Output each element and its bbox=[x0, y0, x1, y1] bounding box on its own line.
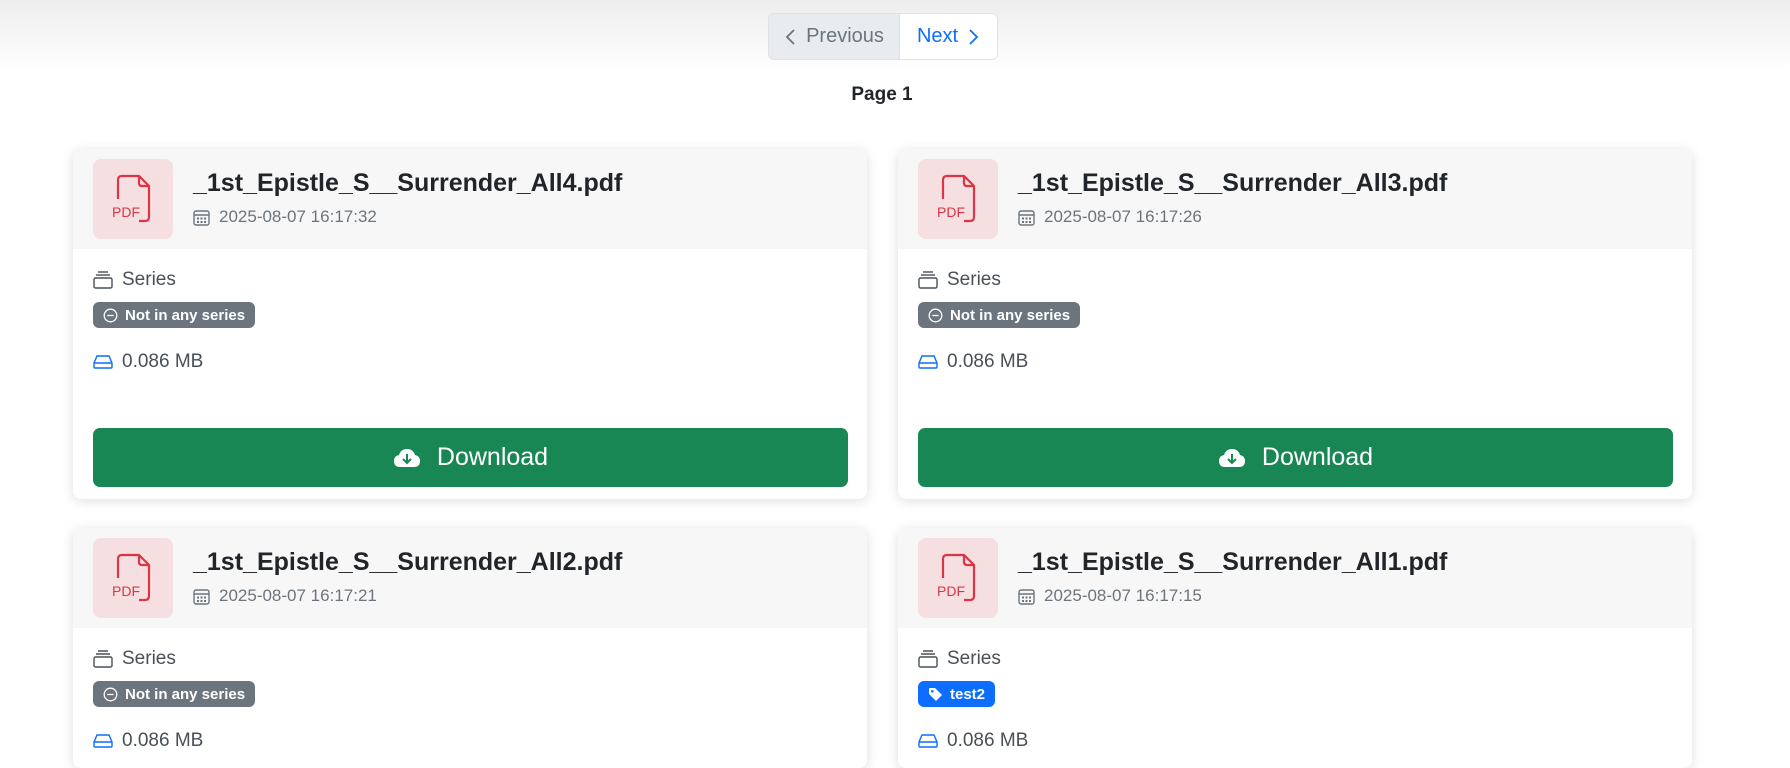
pdf-file-icon: PDF bbox=[93, 538, 173, 618]
hdd-icon bbox=[918, 734, 938, 748]
size-text: 0.086 MB bbox=[122, 351, 204, 372]
series-badge: Not in any series bbox=[93, 681, 256, 707]
dash-circle-icon bbox=[928, 308, 943, 322]
file-date: 2025-08-07 16:17:26 bbox=[1018, 207, 1202, 227]
badge-label: Not in any series bbox=[950, 306, 1071, 324]
file-card: PDF _1st_Epistle_S__Surrender_All4.pdf 2… bbox=[73, 149, 867, 499]
calendar-icon bbox=[1018, 588, 1035, 605]
file-size: 0.086 MB bbox=[93, 730, 203, 752]
pdf-file-icon: PDF bbox=[918, 538, 998, 618]
previous-label: Previous bbox=[806, 25, 884, 47]
file-card: PDF _1st_Epistle_S__Surrender_All2.pdf 2… bbox=[73, 528, 867, 768]
file-name: _1st_Epistle_S__Surrender_All4.pdf bbox=[193, 169, 623, 197]
calendar-icon bbox=[193, 209, 210, 226]
card-header: PDF _1st_Epistle_S__Surrender_All1.pdf 2… bbox=[898, 528, 1692, 628]
calendar-icon bbox=[1018, 209, 1035, 226]
cloud-download-icon bbox=[1218, 448, 1245, 467]
series-heading: Series bbox=[93, 648, 176, 670]
svg-text:PDF: PDF bbox=[112, 204, 140, 220]
download-button[interactable]: Download bbox=[93, 428, 848, 487]
collection-icon bbox=[93, 650, 113, 668]
dash-circle-icon bbox=[103, 308, 118, 322]
file-date: 2025-08-07 16:17:21 bbox=[193, 586, 377, 606]
collection-icon bbox=[93, 271, 113, 289]
download-label: Download bbox=[1261, 443, 1374, 471]
previous-button[interactable]: Previous bbox=[769, 14, 900, 59]
badge-label: Not in any series bbox=[125, 306, 246, 324]
svg-text:PDF: PDF bbox=[937, 583, 965, 599]
dash-circle-icon bbox=[103, 687, 118, 701]
series-heading: Series bbox=[918, 648, 1001, 670]
download-label: Download bbox=[436, 443, 549, 471]
series-label: Series bbox=[947, 269, 1001, 290]
file-date: 2025-08-07 16:17:15 bbox=[1018, 586, 1202, 606]
tag-icon bbox=[929, 687, 942, 701]
pagination: Previous Next bbox=[768, 13, 998, 60]
pdf-file-icon: PDF bbox=[918, 159, 998, 239]
series-label: Series bbox=[947, 648, 1001, 669]
collection-icon bbox=[918, 271, 938, 289]
series-label: Series bbox=[122, 269, 176, 290]
date-text: 2025-08-07 16:17:15 bbox=[1044, 586, 1202, 605]
file-size: 0.086 MB bbox=[918, 351, 1028, 373]
collection-icon bbox=[918, 650, 938, 668]
file-size: 0.086 MB bbox=[93, 351, 203, 373]
cloud-download-icon bbox=[393, 448, 420, 467]
badge-label: Not in any series bbox=[125, 685, 246, 703]
size-text: 0.086 MB bbox=[947, 730, 1029, 751]
date-text: 2025-08-07 16:17:26 bbox=[1044, 207, 1202, 226]
series-heading: Series bbox=[918, 269, 1001, 291]
next-label: Next bbox=[916, 25, 959, 47]
series-heading: Series bbox=[93, 269, 176, 291]
chevron-left-icon bbox=[785, 28, 795, 45]
file-card: PDF _1st_Epistle_S__Surrender_All3.pdf 2… bbox=[898, 149, 1692, 499]
series-badge: Not in any series bbox=[93, 302, 256, 328]
chevron-right-icon bbox=[969, 28, 979, 45]
card-header: PDF _1st_Epistle_S__Surrender_All4.pdf 2… bbox=[73, 149, 867, 249]
svg-text:PDF: PDF bbox=[937, 204, 965, 220]
next-button[interactable]: Next bbox=[900, 14, 997, 59]
series-badge[interactable]: test2 bbox=[918, 681, 996, 707]
hdd-icon bbox=[93, 355, 113, 369]
file-name: _1st_Epistle_S__Surrender_All3.pdf bbox=[1018, 169, 1448, 197]
badge-label: test2 bbox=[950, 685, 986, 703]
page-indicator: Page 1 bbox=[851, 84, 913, 105]
hdd-icon bbox=[93, 734, 113, 748]
series-badge: Not in any series bbox=[918, 302, 1081, 328]
file-size: 0.086 MB bbox=[918, 730, 1028, 752]
date-text: 2025-08-07 16:17:21 bbox=[219, 586, 377, 605]
file-date: 2025-08-07 16:17:32 bbox=[193, 207, 377, 227]
download-button[interactable]: Download bbox=[918, 428, 1673, 487]
file-name: _1st_Epistle_S__Surrender_All2.pdf bbox=[193, 548, 623, 576]
series-label: Series bbox=[122, 648, 176, 669]
date-text: 2025-08-07 16:17:32 bbox=[219, 207, 377, 226]
size-text: 0.086 MB bbox=[122, 730, 204, 751]
card-header: PDF _1st_Epistle_S__Surrender_All2.pdf 2… bbox=[73, 528, 867, 628]
calendar-icon bbox=[193, 588, 210, 605]
file-card: PDF _1st_Epistle_S__Surrender_All1.pdf 2… bbox=[898, 528, 1692, 768]
svg-text:PDF: PDF bbox=[112, 583, 140, 599]
hdd-icon bbox=[918, 355, 938, 369]
pdf-file-icon: PDF bbox=[93, 159, 173, 239]
file-name: _1st_Epistle_S__Surrender_All1.pdf bbox=[1018, 548, 1448, 576]
card-header: PDF _1st_Epistle_S__Surrender_All3.pdf 2… bbox=[898, 149, 1692, 249]
size-text: 0.086 MB bbox=[947, 351, 1029, 372]
